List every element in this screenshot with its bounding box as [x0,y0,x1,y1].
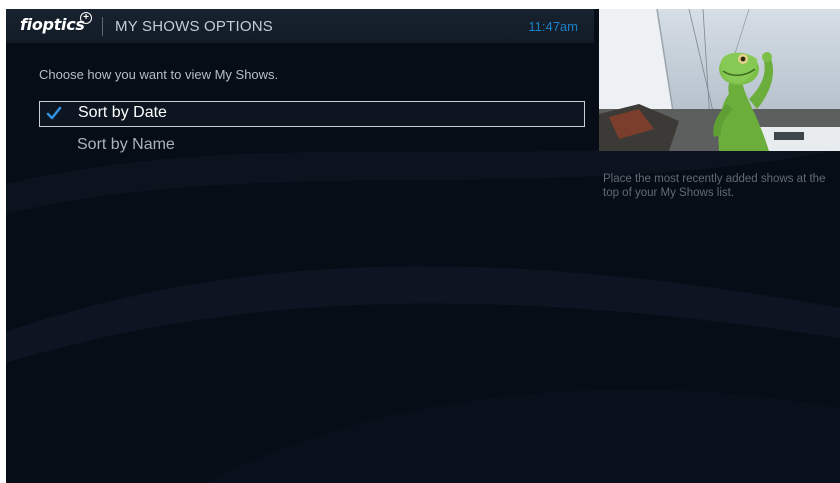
header-bar: fioptics + MY SHOWS OPTIONS 11:47am [6,9,594,43]
sort-options-list: Sort by Date Sort by Name [39,101,585,165]
page-title: MY SHOWS OPTIONS [115,18,273,35]
option-label: Sort by Name [77,136,175,153]
video-preview [599,9,840,151]
checkmark-icon [46,106,62,120]
clock-time: 11:47am [528,19,578,34]
logo-plus-icon: + [80,12,92,24]
option-description: Place the most recently added shows at t… [603,173,826,199]
option-label: Sort by Date [78,104,167,121]
tv-screen: fioptics + MY SHOWS OPTIONS 11:47am Choo… [6,9,840,483]
option-sort-by-date[interactable]: Sort by Date [39,101,585,127]
instructions-text: Choose how you want to view My Shows. [39,67,279,82]
header-divider [102,17,103,36]
option-sort-by-name[interactable]: Sort by Name [39,133,585,159]
fioptics-logo: fioptics [20,15,85,34]
